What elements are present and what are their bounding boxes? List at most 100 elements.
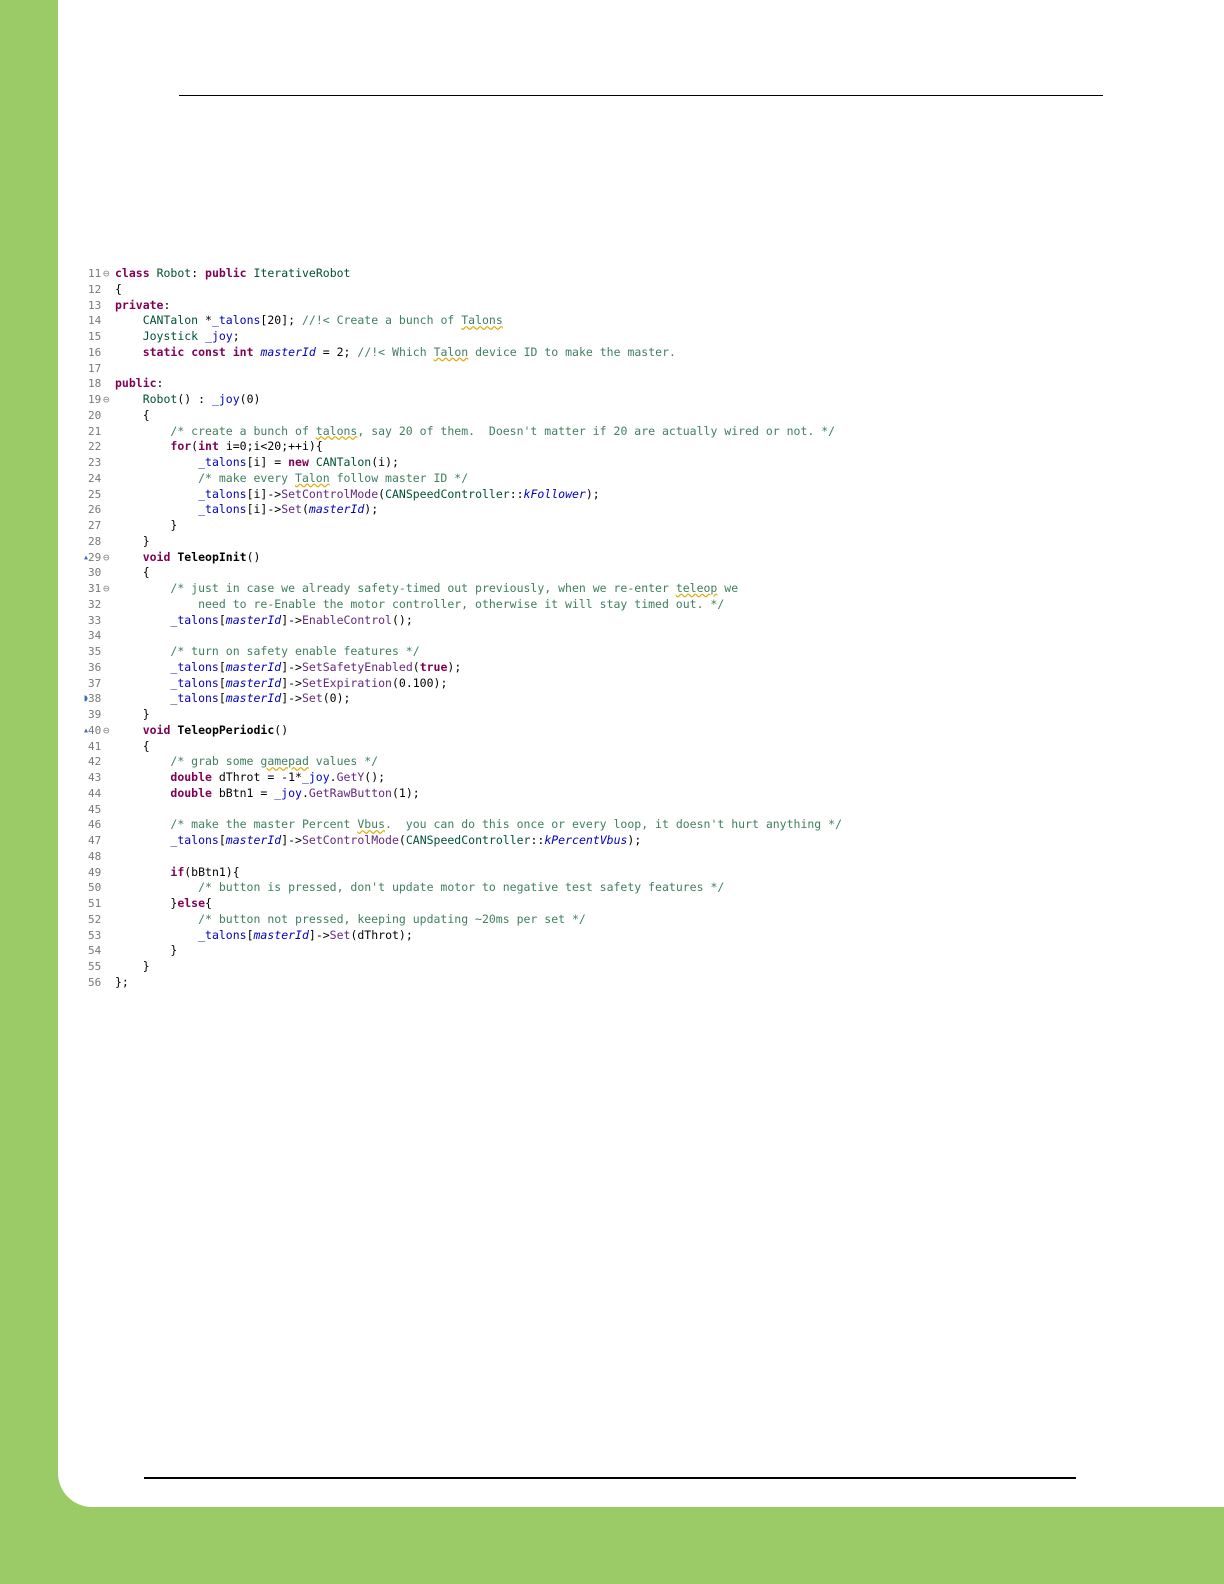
line-number: 42 (88, 755, 102, 769)
line-number: 28 (88, 534, 102, 548)
code-text: need to re-Enable the motor controller, … (115, 596, 725, 611)
fold-toggle-icon[interactable]: ⊖ (103, 550, 115, 566)
code-line: 49 if(bBtn1){ (88, 865, 1018, 881)
code-text: _talons[masterId]->Set(dThrot); (198, 927, 413, 942)
code-text: CANTalon *_talons[20]; //!< Create a bun… (142, 313, 503, 328)
code-line: 42 /* grab some gamepad values */ (88, 754, 1018, 770)
code-line: 36 _talons[masterId]->SetSafetyEnabled(t… (88, 660, 1018, 676)
line-number: 50 (88, 881, 102, 895)
line-number: 49 (88, 865, 102, 879)
code-text: void TeleopInit() (142, 549, 261, 564)
code-text: } (115, 518, 178, 532)
code-line: 14 CANTalon *_talons[20]; //!< Create a … (88, 313, 1018, 329)
line-number: 18 (88, 377, 102, 391)
code-text: _talons[i] = new CANTalon(i); (198, 455, 399, 469)
fold-toggle-icon[interactable]: ⊖ (103, 581, 115, 597)
code-text: double bBtn1 = _joy.GetRawButton(1); (170, 785, 420, 800)
line-number: 17 (88, 361, 102, 375)
line-number: 22 (88, 440, 102, 454)
line-number: 14 (88, 314, 102, 328)
code-text: private: (115, 297, 171, 312)
line-number: 16 (88, 345, 102, 359)
code-text: }; (115, 974, 129, 989)
code-line: ▴ 29 ⊖ void TeleopInit() (83, 549, 1018, 566)
code-text: { (115, 738, 150, 753)
code-text: _talons[masterId]->Set(0); (170, 691, 351, 706)
line-number: 38 (88, 692, 102, 706)
code-line: 11 ⊖ class Robot: public IterativeRobot (88, 266, 1018, 282)
code-line: ◗ 38 _talons[masterId]->Set(0); (83, 691, 1018, 707)
code-line: 21 /* create a bunch of talons, say 20 o… (88, 424, 1018, 440)
fold-toggle-icon[interactable]: ⊖ (103, 723, 115, 739)
fold-toggle-icon[interactable]: ⊖ (103, 392, 115, 408)
code-line: 20 { (88, 408, 1018, 424)
code-line: 30 { (88, 565, 1018, 581)
code-text: public: (115, 376, 164, 391)
code-text: /* button is pressed, don't update motor… (198, 880, 725, 895)
code-text: double dThrot = -1*_joy.GetY(); (170, 770, 386, 784)
line-number: 54 (88, 944, 102, 958)
code-line: 28 } (88, 534, 1018, 550)
line-number: 30 (88, 566, 102, 580)
code-line: ▴ 40 ⊖ void TeleopPeriodic() (83, 722, 1018, 739)
code-line: 47 _talons[masterId]->SetControlMode(CAN… (88, 833, 1018, 849)
code-text: for(int i=0;i<20;++i){ (170, 439, 323, 454)
code-text: /* create a bunch of talons, say 20 of t… (170, 423, 836, 438)
code-text: _talons[masterId]->SetExpiration(0.100); (170, 675, 448, 690)
line-number: 39 (88, 708, 102, 721)
header-rule (179, 95, 1103, 96)
code-line: 53 _talons[masterId]->Set(dThrot); (88, 928, 1018, 944)
code-line: 52 /* button not pressed, keeping updati… (88, 912, 1018, 928)
code-line: 16 static const int masterId = 2; //!< W… (88, 345, 1018, 361)
line-number: 43 (88, 771, 102, 784)
line-number: 12 (88, 282, 102, 296)
code-text: void TeleopPeriodic() (142, 722, 289, 737)
line-number: 13 (88, 298, 102, 312)
line-number: 51 (88, 897, 102, 910)
code-text: { (115, 407, 150, 422)
code-text: /* make the master Percent Vbus. you can… (170, 817, 842, 832)
line-number: 26 (88, 503, 102, 517)
line-number: 25 (88, 487, 102, 501)
code-line: 17 (88, 361, 1018, 377)
code-line: 43 double dThrot = -1*_joy.GetY(); (88, 770, 1018, 786)
line-number: 35 (88, 645, 102, 658)
code-line: 34 (88, 628, 1018, 644)
code-line: 51 }else{ (88, 896, 1018, 912)
line-number: 15 (88, 330, 102, 343)
fold-toggle-icon[interactable]: ⊖ (103, 266, 115, 282)
code-line: 19 ⊖ Robot() : _joy(0) (88, 392, 1018, 408)
code-text: /* button not pressed, keeping updating … (198, 911, 586, 926)
code-line: 54 } (88, 943, 1018, 959)
line-number: 32 (88, 597, 102, 611)
code-line: 24 /* make every Talon follow master ID … (88, 471, 1018, 487)
code-text: _talons[masterId]->SetSafetyEnabled(true… (170, 659, 462, 674)
code-text: _talons[i]->SetControlMode(CANSpeedContr… (198, 486, 600, 501)
code-line: 32 need to re-Enable the motor controlle… (88, 597, 1018, 613)
line-number: 56 (88, 975, 102, 989)
footer-rule (144, 1477, 1076, 1479)
code-text: if(bBtn1){ (170, 864, 240, 879)
code-line: 45 (88, 802, 1018, 818)
code-text: Joystick _joy; (142, 329, 240, 343)
line-number: 47 (88, 834, 102, 847)
code-line: 25 _talons[i]->SetControlMode(CANSpeedCo… (88, 487, 1018, 503)
code-line: 56}; (88, 975, 1018, 991)
code-text: _talons[i]->Set(masterId); (198, 502, 379, 517)
line-number: 52 (88, 912, 102, 926)
code-text: } (115, 707, 150, 721)
line-number: 21 (88, 424, 102, 438)
line-number: 20 (88, 408, 102, 422)
code-line: 39 } (88, 707, 1018, 723)
code-line: 37 _talons[masterId]->SetExpiration(0.10… (88, 676, 1018, 692)
code-listing: 11 ⊖ class Robot: public IterativeRobot 12 {… (83, 266, 1018, 991)
code-text: _talons[masterId]->SetControlMode(CANSpe… (170, 833, 642, 847)
code-text: _talons[masterId]->EnableControl(); (170, 612, 413, 627)
line-number: 45 (88, 802, 102, 816)
code-line: 26 _talons[i]->Set(masterId); (88, 502, 1018, 518)
code-line: 35 /* turn on safety enable features */ (88, 644, 1018, 660)
code-line: 12 { (88, 282, 1018, 298)
line-number: 46 (88, 818, 102, 832)
code-line: 41 { (88, 739, 1018, 755)
code-text: /* turn on safety enable features */ (170, 644, 420, 658)
